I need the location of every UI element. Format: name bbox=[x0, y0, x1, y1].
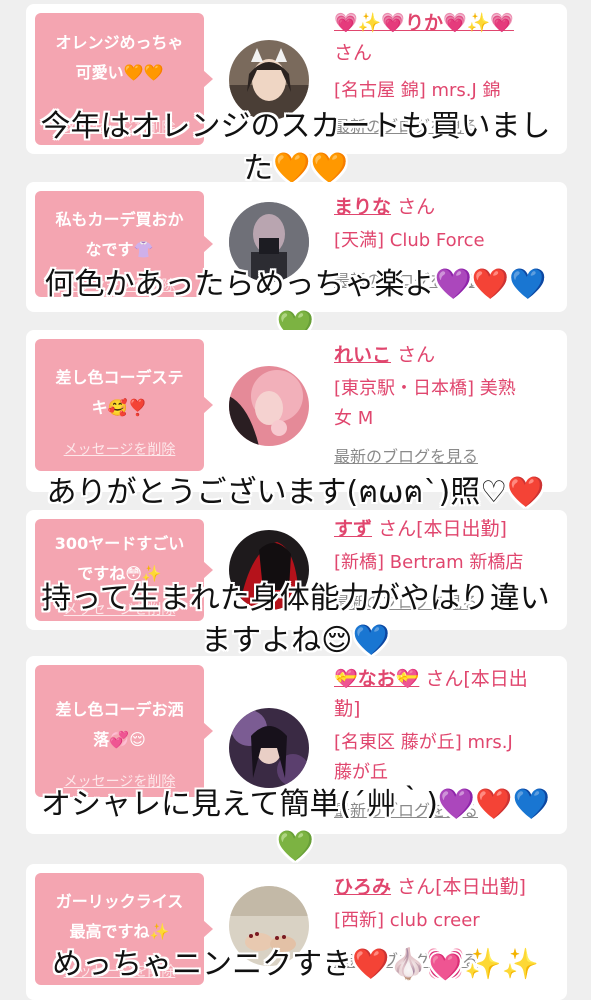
sender-name[interactable]: れいこ bbox=[334, 344, 391, 366]
sender-name[interactable]: すず bbox=[334, 518, 372, 540]
delete-message-link[interactable]: メッセージを削除 bbox=[35, 439, 204, 459]
sender-honorific: さん bbox=[334, 42, 373, 64]
message-text: オレンジめっちゃ 可愛い🧡🧡 bbox=[55, 33, 184, 82]
sender-honorific: さん[本日出勤] bbox=[397, 876, 526, 898]
caption-overlay: オシャレに見えて簡単(´艸｀)💜❤️💙 💚 bbox=[41, 787, 550, 864]
caption-overlay: ありがとうございます(ฅωฅ`)照♡❤️ bbox=[46, 475, 545, 510]
message-text: 私もカーデ買おか なです👚 bbox=[55, 210, 184, 259]
sender-honorific: さん bbox=[397, 196, 436, 218]
sender-shop: [名古屋 錦] mrs.J 錦 bbox=[334, 80, 501, 101]
sender-shop: [新橋] Bertram 新橋店 bbox=[334, 552, 524, 573]
sender-name[interactable]: 💗✨💗りか💗✨💗 bbox=[334, 12, 514, 34]
sender-name[interactable]: ひろみ bbox=[334, 876, 391, 898]
sender-shop: [名東区 藤が丘] mrs.J 藤が丘 bbox=[334, 732, 513, 783]
caption-overlay: めっちゃニンニクすき❤️🧄💓✨✨ bbox=[52, 947, 539, 982]
avatar[interactable] bbox=[229, 708, 309, 788]
message-bubble: 差し色コーデステ キ🥰❣️ メッセージを削除 bbox=[35, 339, 213, 471]
sender-honorific: さん[本日出勤] bbox=[378, 518, 507, 540]
sender-honorific: さん bbox=[397, 344, 436, 366]
caption-overlay: 持って生まれた身体能力がやはり違い ますよね😌💙 bbox=[41, 581, 550, 658]
sender-name[interactable]: 💝なお💝 bbox=[334, 668, 419, 690]
sender-shop: [東京駅・日本橋] 美熟 女 M bbox=[334, 378, 516, 429]
sender-shop: [天満] Club Force bbox=[334, 230, 485, 251]
sender-info: れいこ さん [東京駅・日本橋] 美熟 女 M 最新のブログを見る bbox=[334, 340, 559, 470]
message-list: オレンジめっちゃ 可愛い🧡🧡 メッセージを削除 💗✨💗りか💗✨💗 さん [名古屋… bbox=[0, 0, 591, 1000]
message-text: 差し色コーデステ キ🥰❣️ bbox=[55, 368, 184, 417]
list-item: 差し色コーデステ キ🥰❣️ メッセージを削除 れいこ さん [東京駅・日本橋] … bbox=[26, 330, 567, 492]
sender-shop: [西新] club creer bbox=[334, 910, 480, 931]
caption-overlay: 今年はオレンジのスカートも買いまし た🧡🧡 bbox=[40, 109, 551, 186]
avatar[interactable] bbox=[229, 366, 309, 446]
message-bubble: 差し色コーデお洒 落💞😌 メッセージを削除 bbox=[35, 665, 213, 797]
latest-blog-link[interactable]: 最新のブログを見る bbox=[334, 444, 559, 470]
message-text: 差し色コーデお洒 落💞😌 bbox=[55, 700, 184, 749]
sender-name[interactable]: まりな bbox=[334, 196, 391, 218]
message-text: ガーリックライス 最高ですね✨ bbox=[55, 892, 184, 941]
